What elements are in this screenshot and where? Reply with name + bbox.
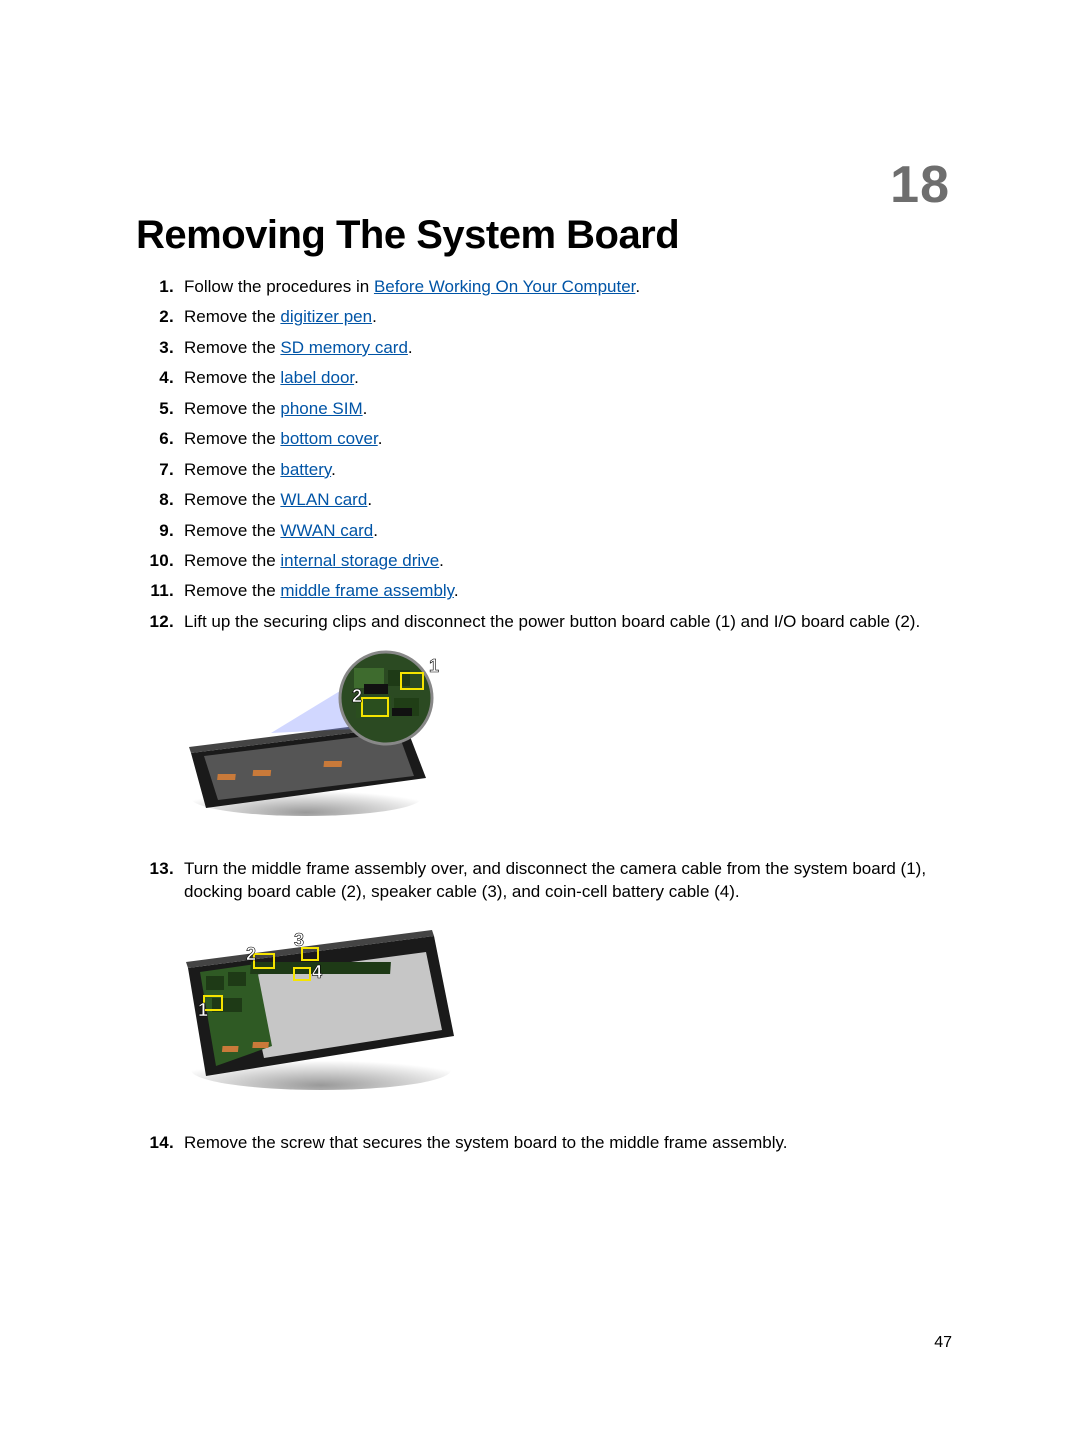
callout-3: 3	[294, 930, 304, 950]
step-body: Remove the SD memory card.	[184, 337, 950, 360]
step-text-post: .	[439, 551, 444, 570]
step-number: 1.	[140, 276, 184, 299]
step-13: 13. Turn the middle frame assembly over,…	[140, 858, 950, 904]
step-1: 1. Follow the procedures in Before Worki…	[140, 276, 950, 299]
step-body: Remove the phone SIM.	[184, 398, 950, 421]
step-6: 6. Remove the bottom cover.	[140, 428, 950, 451]
link-internal-storage-drive[interactable]: internal storage drive	[280, 551, 439, 570]
step-text-post: .	[363, 399, 368, 418]
link-digitizer-pen[interactable]: digitizer pen	[280, 307, 372, 326]
step-body: Follow the procedures in Before Working …	[184, 276, 950, 299]
link-middle-frame-assembly[interactable]: middle frame assembly	[280, 581, 454, 600]
step-number: 7.	[140, 459, 184, 482]
step-body: Remove the middle frame assembly.	[184, 580, 950, 603]
step-text-pre: Follow the procedures in	[184, 277, 374, 296]
step-number: 3.	[140, 337, 184, 360]
step-number: 2.	[140, 306, 184, 329]
callout-1: 1	[429, 656, 439, 676]
step-number: 6.	[140, 428, 184, 451]
link-label-door[interactable]: label door	[280, 368, 354, 387]
step-text-post: .	[331, 460, 336, 479]
step-text-pre: Remove the	[184, 460, 280, 479]
step-number: 9.	[140, 520, 184, 543]
system-board-figure-2: 1 2 3 4	[176, 918, 466, 1098]
step-12: 12. Lift up the securing clips and disco…	[140, 611, 950, 634]
link-phone-sim[interactable]: phone SIM	[280, 399, 362, 418]
step-number: 4.	[140, 367, 184, 390]
step-body: Remove the battery.	[184, 459, 950, 482]
callout-2: 2	[352, 686, 362, 706]
system-board-figure-1: 1 2	[176, 648, 456, 824]
link-battery[interactable]: battery	[280, 460, 331, 479]
callout-4: 4	[312, 962, 322, 982]
step-number: 8.	[140, 489, 184, 512]
step-text-pre: Remove the	[184, 307, 280, 326]
step-text-post: .	[372, 307, 377, 326]
step-text-pre: Remove the	[184, 551, 280, 570]
link-wlan-card[interactable]: WLAN card	[280, 490, 367, 509]
step-14: 14. Remove the screw that secures the sy…	[140, 1132, 950, 1155]
step-9: 9. Remove the WWAN card.	[140, 520, 950, 543]
step-body: Remove the digitizer pen.	[184, 306, 950, 329]
link-wwan-card[interactable]: WWAN card	[280, 521, 373, 540]
step-text-pre: Remove the	[184, 490, 280, 509]
step-2: 2. Remove the digitizer pen.	[140, 306, 950, 329]
manual-page: 18 Removing The System Board 1. Follow t…	[0, 0, 1080, 1434]
callout-1: 1	[198, 1000, 208, 1020]
page-number: 47	[934, 1334, 952, 1352]
step-body: Remove the screw that secures the system…	[184, 1132, 950, 1155]
step-5: 5. Remove the phone SIM.	[140, 398, 950, 421]
step-number: 14.	[140, 1132, 184, 1155]
figure-step-13: 1 2 3 4	[176, 918, 950, 1098]
step-text-pre: Remove the	[184, 399, 280, 418]
step-text-post: .	[373, 521, 378, 540]
step-text-pre: Remove the	[184, 581, 280, 600]
step-body: Remove the label door.	[184, 367, 950, 390]
link-sd-memory-card[interactable]: SD memory card	[280, 338, 408, 357]
step-text-post: .	[354, 368, 359, 387]
step-text-post: .	[454, 581, 459, 600]
step-body: Remove the WWAN card.	[184, 520, 950, 543]
step-text-post: .	[408, 338, 413, 357]
step-body: Turn the middle frame assembly over, and…	[184, 858, 950, 904]
step-7: 7. Remove the battery.	[140, 459, 950, 482]
step-text-pre: Remove the	[184, 521, 280, 540]
step-body: Remove the WLAN card.	[184, 489, 950, 512]
step-10: 10. Remove the internal storage drive.	[140, 550, 950, 573]
step-text-post: .	[635, 277, 640, 296]
link-before-working[interactable]: Before Working On Your Computer	[374, 277, 635, 296]
step-text-post: .	[378, 429, 383, 448]
step-text-pre: Remove the	[184, 368, 280, 387]
step-text-post: .	[367, 490, 372, 509]
step-number: 12.	[140, 611, 184, 634]
step-11: 11. Remove the middle frame assembly.	[140, 580, 950, 603]
figure-step-12: 1 2	[176, 648, 950, 824]
step-number: 11.	[140, 580, 184, 603]
procedure-steps: 1. Follow the procedures in Before Worki…	[140, 276, 950, 1162]
step-text-pre: Remove the	[184, 338, 280, 357]
page-title: Removing The System Board	[136, 213, 679, 258]
callout-2: 2	[246, 944, 256, 964]
step-8: 8. Remove the WLAN card.	[140, 489, 950, 512]
chapter-number: 18	[890, 155, 950, 215]
step-body: Remove the bottom cover.	[184, 428, 950, 451]
step-body: Lift up the securing clips and disconnec…	[184, 611, 950, 634]
step-4: 4. Remove the label door.	[140, 367, 950, 390]
step-number: 13.	[140, 858, 184, 904]
link-bottom-cover[interactable]: bottom cover	[280, 429, 377, 448]
step-number: 10.	[140, 550, 184, 573]
step-number: 5.	[140, 398, 184, 421]
step-3: 3. Remove the SD memory card.	[140, 337, 950, 360]
step-body: Remove the internal storage drive.	[184, 550, 950, 573]
step-text-pre: Remove the	[184, 429, 280, 448]
